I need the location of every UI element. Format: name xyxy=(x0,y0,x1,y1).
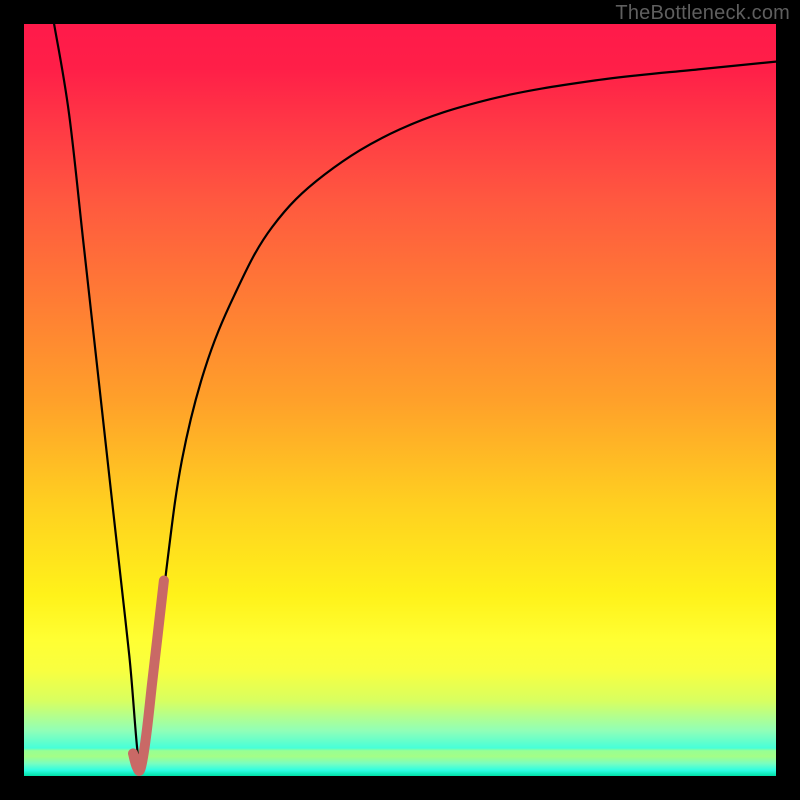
chart-frame: TheBottleneck.com xyxy=(0,0,800,800)
bottleneck-curve-path xyxy=(54,24,776,770)
curve-layer xyxy=(24,24,776,776)
attribution-label: TheBottleneck.com xyxy=(615,2,790,25)
plot-area xyxy=(24,24,776,776)
